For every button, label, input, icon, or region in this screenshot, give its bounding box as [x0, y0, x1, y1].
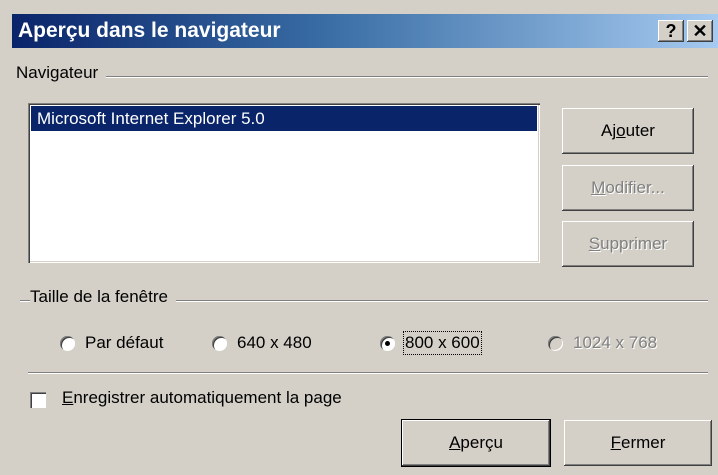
browser-group-separator	[18, 76, 708, 78]
window-size-group-label: Taille de la fenêtre	[30, 287, 176, 307]
radio-640x480[interactable]: 640 x 480	[212, 333, 312, 353]
close-icon: ✕	[692, 21, 708, 41]
radio-1024x768-circle[interactable]	[548, 335, 563, 351]
close-dialog-button-label: Fermer	[610, 433, 666, 452]
radio-1024x768[interactable]: 1024 x 768	[548, 333, 657, 353]
list-item-label: Microsoft Internet Explorer 5.0	[37, 109, 265, 128]
preview-button-label: Aperçu	[449, 433, 503, 452]
radio-selected-dot	[385, 340, 390, 346]
window-title: Aperçu dans le navigateur	[18, 19, 281, 42]
preview-button[interactable]: Aperçu	[402, 420, 550, 466]
bottom-separator	[28, 372, 708, 374]
modify-button[interactable]: Modifier...	[562, 165, 694, 211]
radio-800x600-circle[interactable]	[380, 335, 395, 351]
delete-button[interactable]: Supprimer	[562, 221, 694, 267]
title-bar[interactable]: Aperçu dans le navigateur ? ✕	[12, 14, 718, 48]
help-button[interactable]: ?	[658, 20, 684, 42]
preview-dialog: Aperçu dans le navigateur ? ✕ Navigateur…	[0, 0, 718, 475]
radio-default-label: Par défaut	[85, 333, 164, 352]
close-dialog-button[interactable]: Fermer	[564, 420, 712, 466]
add-button-label: Ajouter	[601, 121, 655, 140]
modify-button-label: Modifier...	[591, 178, 665, 197]
help-icon: ?	[665, 21, 677, 41]
browser-group-label: Navigateur	[16, 63, 107, 83]
autosave-label[interactable]: Enregistrer automatiquement la page	[62, 388, 342, 408]
radio-640x480-label: 640 x 480	[237, 333, 312, 352]
radio-1024x768-label: 1024 x 768	[573, 333, 658, 352]
radio-default-circle[interactable]	[60, 335, 75, 351]
radio-800x600[interactable]: 800 x 600	[380, 331, 482, 355]
add-button[interactable]: Ajouter	[562, 108, 694, 154]
radio-default[interactable]: Par défaut	[60, 333, 163, 353]
delete-button-label: Supprimer	[588, 234, 668, 253]
list-item[interactable]: Microsoft Internet Explorer 5.0	[31, 106, 537, 131]
radio-800x600-label: 800 x 600	[403, 331, 482, 355]
autosave-checkbox[interactable]	[30, 392, 46, 408]
radio-640x480-circle[interactable]	[212, 335, 227, 351]
browser-listbox[interactable]: Microsoft Internet Explorer 5.0	[28, 103, 540, 263]
close-button[interactable]: ✕	[687, 20, 713, 42]
